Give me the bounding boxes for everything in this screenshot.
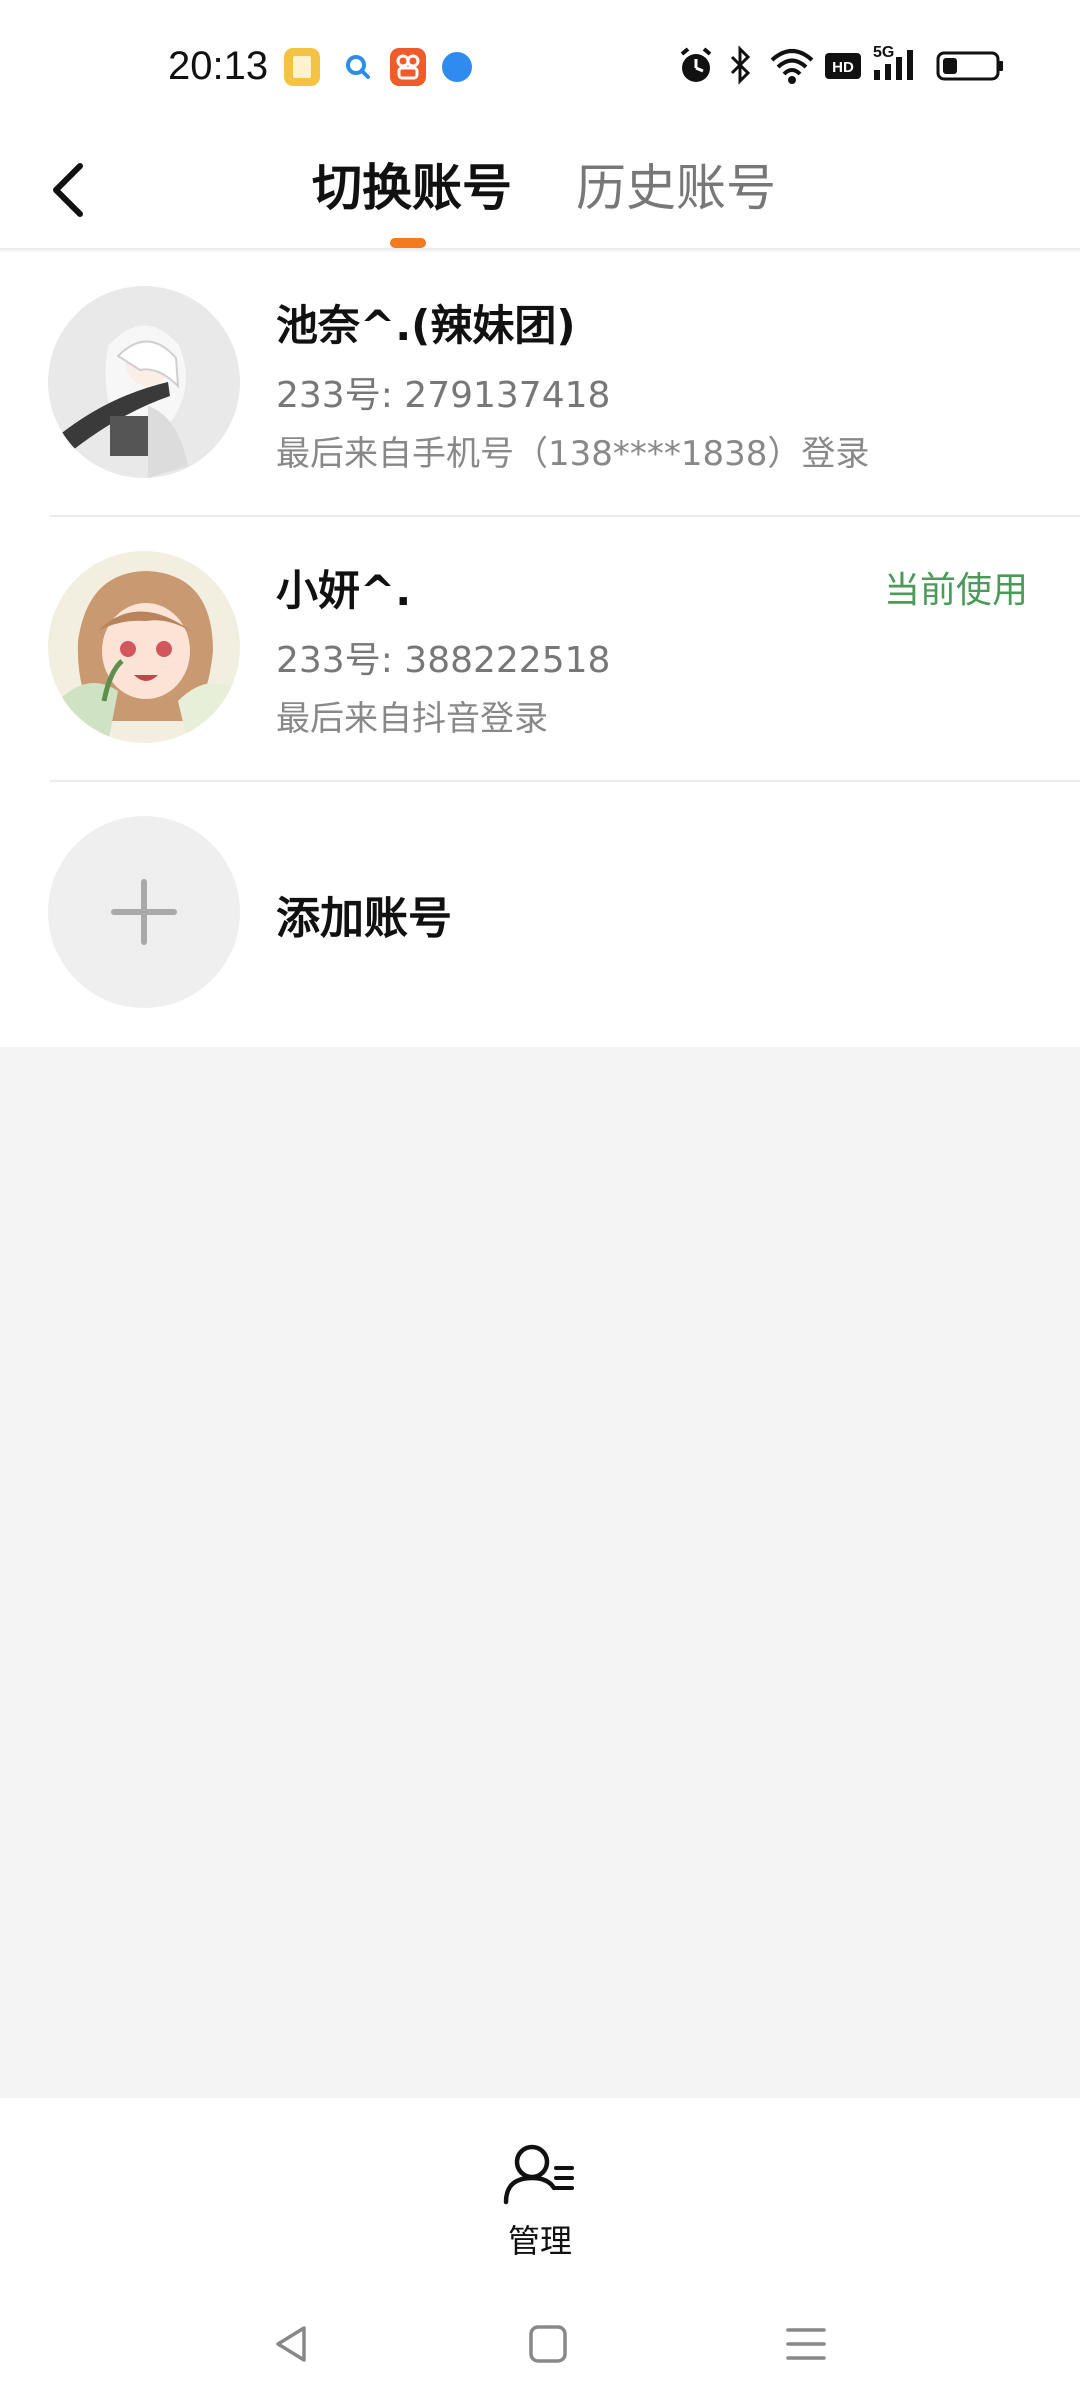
- account-last-login: 最后来自抖音登录: [276, 699, 548, 739]
- nav-menu-icon[interactable]: [776, 2314, 836, 2374]
- account-name: 池奈^.(辣妹团): [276, 301, 576, 350]
- account-list: 池奈^.(辣妹团) 233号: 279137418 最后来自手机号（138***…: [0, 252, 1080, 1047]
- account-last-login: 最后来自手机号（138****1838）登录: [276, 434, 870, 474]
- battery-icon: [936, 51, 1003, 81]
- 5g-signal-icon: 5G: [873, 44, 913, 80]
- account-item[interactable]: 小妍^. 当前使用 233号: 388222518 最后来自抖音登录: [0, 517, 1080, 782]
- back-button[interactable]: [40, 150, 100, 230]
- app-notification-icon: [390, 48, 426, 86]
- header: 切换账号 历史账号: [0, 130, 1080, 250]
- manage-users-icon: [503, 2144, 574, 2205]
- add-account-button[interactable]: 添加账号: [0, 782, 1080, 1047]
- account-name: 小妍^.: [276, 566, 412, 615]
- app-notification-icon: [442, 52, 472, 82]
- add-account-avatar: [48, 816, 240, 1008]
- chevron-left-icon: [53, 163, 83, 217]
- hd-icon: HD: [825, 53, 861, 79]
- add-account-label: 添加账号: [276, 893, 452, 944]
- alarm-icon: [680, 47, 712, 82]
- manage-label: 管理: [507, 2222, 572, 2260]
- bluetooth-icon: [730, 45, 751, 85]
- tab-history-account[interactable]: 历史账号: [576, 148, 776, 228]
- manage-button[interactable]: 管理: [490, 2138, 590, 2260]
- bottom-bar: 管理: [0, 2098, 1080, 2400]
- avatar: [48, 551, 240, 743]
- status-bar: 20:13 HD 5G: [0, 0, 1080, 130]
- wifi-icon: [770, 49, 814, 84]
- notification-app-icon: [284, 48, 320, 86]
- plus-icon: [111, 879, 177, 945]
- active-tab-indicator: [390, 238, 426, 248]
- nav-back-icon[interactable]: [262, 2314, 322, 2374]
- network-type-text: 5G: [873, 44, 894, 61]
- avatar: [48, 286, 240, 478]
- account-switch-screen: 20:13 HD 5G 切换账号 历史账号 池奈^.(辣妹团) 233号: 27…: [0, 0, 1080, 2400]
- search-app-icon: [340, 48, 376, 86]
- current-in-use-badge: 当前使用: [883, 570, 1028, 611]
- account-item[interactable]: 池奈^.(辣妹团) 233号: 279137418 最后来自手机号（138***…: [0, 252, 1080, 517]
- status-time: 20:13: [168, 44, 269, 88]
- account-id: 233号: 279137418: [276, 375, 611, 416]
- tab-switch-account[interactable]: 切换账号: [312, 148, 512, 228]
- nav-home-icon[interactable]: [518, 2314, 578, 2374]
- account-id: 233号: 388222518: [276, 640, 611, 681]
- hd-text: HD: [832, 59, 854, 76]
